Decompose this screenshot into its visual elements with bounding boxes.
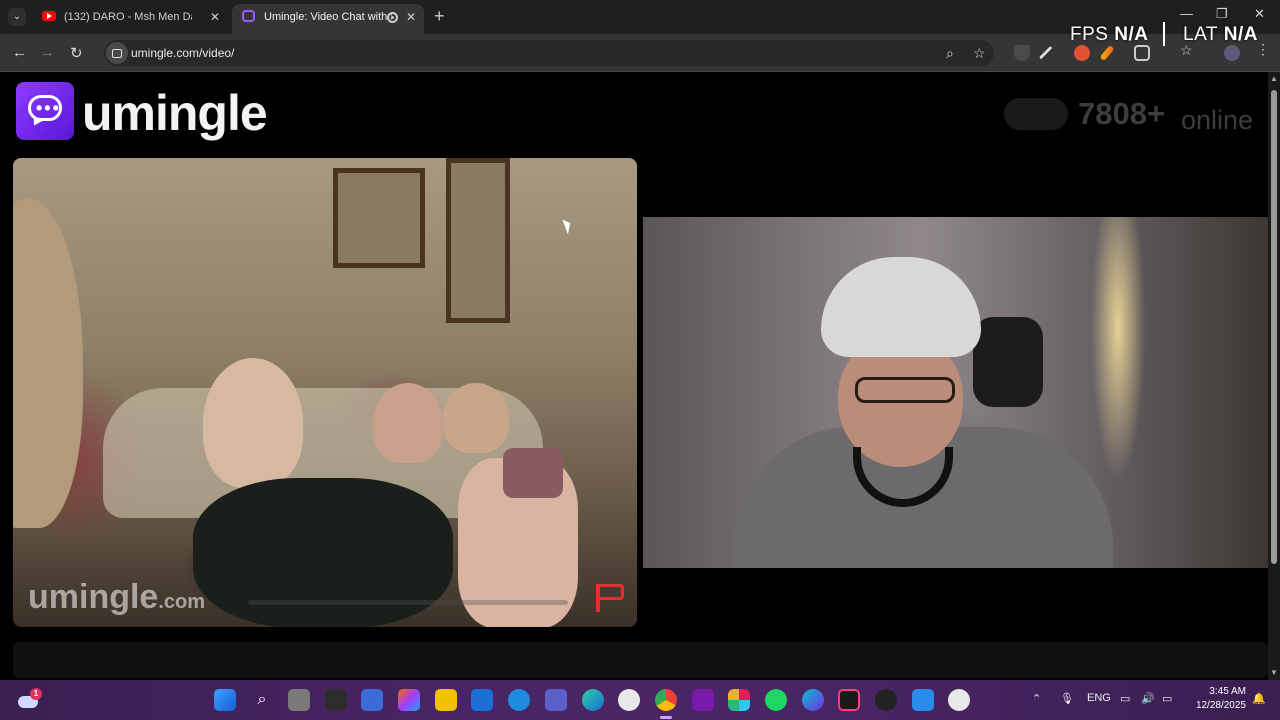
close-tab-icon[interactable]: ✕ [210,4,220,30]
fire-extension-icon[interactable] [1074,45,1090,61]
forward-icon[interactable]: → [40,44,55,61]
close-tab-icon[interactable]: ✕ [406,4,416,30]
microsoft-store-icon[interactable] [361,689,383,711]
search-icon[interactable]: ⌕ [251,689,273,711]
restore-icon[interactable]: ❐ [1216,6,1228,22]
online-count: 7808+ [1078,96,1166,131]
online-label: online [1181,105,1254,135]
bookmark-star-icon[interactable]: ☆ [973,45,986,62]
glasses [855,377,955,403]
extensions-puzzle-icon[interactable] [1134,45,1150,61]
lat-label: LAT [1183,24,1218,45]
person-face [443,383,509,453]
slack-icon[interactable] [728,689,750,711]
umingle-watermark: umingle.com [28,578,205,617]
close-window-icon[interactable]: ✕ [1254,6,1265,22]
copilot-icon[interactable] [398,689,420,711]
page-scrollbar[interactable]: ▲ ▼ [1268,72,1280,680]
spotify-icon[interactable] [765,689,787,711]
active-app-indicator [660,716,672,719]
self-camera-video [643,217,1268,568]
tab-umingle[interactable]: Umingle: Video Chat with S ✕ [232,4,424,34]
dictionary-app-icon[interactable] [838,689,860,711]
umingle-logo-icon[interactable]: ••• [16,82,74,140]
tab-title: (132) DARO - Msh Men Damy | [64,11,192,23]
windows-taskbar: 1 ⌕ ⌃ 🎙 ENG ▭ 🔊 ▭ 3:45 AM 12/28/2025 🔔 [0,680,1280,720]
person-face [373,383,443,463]
outlook-icon[interactable] [471,689,493,711]
scroll-up-icon[interactable]: ▲ [1270,74,1278,83]
lat-value: N/A [1223,24,1258,45]
weather-badge: 1 [30,688,42,700]
clock-app-icon[interactable] [618,689,640,711]
snipping-tool-icon[interactable] [912,689,934,711]
tab-title: Umingle: Video Chat with S [264,11,392,23]
stranger-video: umingle.com [13,158,637,627]
profile-avatar[interactable] [1224,45,1240,61]
language-indicator[interactable]: ENG [1087,692,1111,704]
report-flag-icon[interactable] [594,582,626,614]
onenote-icon[interactable] [692,689,714,711]
app-cube-icon[interactable] [325,689,347,711]
eyedropper-extension-icon[interactable] [1038,45,1054,61]
microphone-icon[interactable]: 🎙 [1060,692,1074,705]
video-progress-track [248,600,568,605]
person-face [203,358,303,488]
file-explorer-icon[interactable] [435,689,457,711]
new-tab-icon[interactable]: + [434,6,445,27]
pencil-extension-icon[interactable] [1099,44,1115,62]
show-hidden-icons-icon[interactable]: ⌃ [1032,692,1041,705]
weather-widget-icon[interactable]: 1 [16,688,42,712]
scroll-down-icon[interactable]: ▼ [1270,668,1278,677]
minimize-icon[interactable]: — [1180,6,1193,21]
overlay-divider [1163,22,1165,46]
task-view-icon[interactable] [288,689,310,711]
shield-extension-icon[interactable] [1014,45,1030,61]
site-info-icon[interactable] [106,42,128,64]
watermark-suffix: .com [158,591,206,613]
grammarly-icon[interactable] [508,689,530,711]
volume-icon[interactable]: 🔊 [1141,692,1155,705]
back-icon[interactable]: ← [12,44,27,61]
chrome-icon[interactable] [655,689,677,711]
chat-controls-bar[interactable] [13,642,1268,678]
fps-readout: FPS N/A [1070,24,1148,46]
logo-wordmark[interactable]: umingle [82,84,268,142]
white-cap [821,257,981,357]
network-icon[interactable]: ▭ [1120,692,1130,705]
fps-value: N/A [1114,24,1149,45]
phone [503,448,563,498]
teams-icon[interactable] [545,689,567,711]
theme-toggle[interactable] [1004,98,1068,130]
canva-icon[interactable] [802,689,824,711]
battery-icon[interactable]: ▭ [1162,692,1172,705]
scrollbar-thumb[interactable] [1271,90,1277,564]
taskbar-clock[interactable]: 3:45 AM 12/28/2025 [1192,685,1246,713]
clock-date: 12/28/2025 [1195,700,1246,711]
umingle-tab-icon [242,10,255,22]
youtube-icon [42,11,56,21]
obs-icon[interactable] [948,689,970,711]
recording-icon [387,12,398,23]
address-bar[interactable]: umingle.com/video/ ⌕ ☆ [104,40,994,66]
umingle-page: ••• umingle 7808+ online umingle.com [0,72,1268,680]
reload-icon[interactable]: ↻ [70,44,83,62]
latency-readout: LAT N/A [1183,24,1258,46]
edge-icon[interactable] [582,689,604,711]
gaming-chair [973,317,1043,407]
windows-start-icon[interactable] [214,689,236,711]
wall-picture-frame [446,158,510,323]
url-text: umingle.com/video/ [131,46,235,60]
tab-search-chevron-icon[interactable]: ⌄ [8,8,26,26]
fps-label: FPS [1070,24,1109,45]
tab-youtube[interactable]: (132) DARO - Msh Men Damy | ✕ [32,4,228,34]
wall-picture-frame [333,168,425,268]
watermark-main: umingle [28,578,159,616]
clock-time: 3:45 AM [1209,686,1246,697]
zoom-icon[interactable]: ⌕ [946,45,954,62]
person-left [13,198,83,528]
openai-icon[interactable] [875,689,897,711]
notifications-icon[interactable]: 🔔 [1252,692,1266,705]
